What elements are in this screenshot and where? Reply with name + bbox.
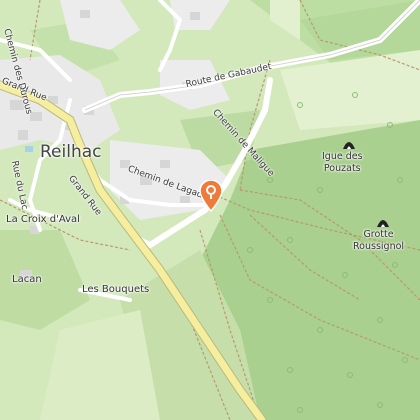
place-label-croix-daval: La Croix d'Aval: [6, 214, 80, 225]
cave-entrance-icon[interactable]: [376, 216, 390, 228]
poi-label-line2: Pouzats: [323, 163, 361, 174]
town-label: Reilhac: [40, 142, 102, 162]
location-pin-icon[interactable]: [198, 180, 224, 212]
map-view[interactable]: Reilhac La Croix d'Aval Lacan Les Bouque…: [0, 0, 420, 420]
poi-label-line1: Grotte: [363, 229, 394, 240]
poi-igue-des-pouzats[interactable]: Igue des Pouzats: [322, 151, 363, 175]
cave-entrance-icon[interactable]: [342, 138, 356, 150]
poi-label-line1: Igue des: [322, 151, 363, 162]
place-label-lacan: Lacan: [12, 274, 42, 285]
poi-grotte-roussignol[interactable]: Grotte Roussignol: [353, 229, 404, 253]
place-label-bouquets: Les Bouquets: [82, 284, 150, 295]
poi-label-line2: Roussignol: [353, 241, 405, 252]
